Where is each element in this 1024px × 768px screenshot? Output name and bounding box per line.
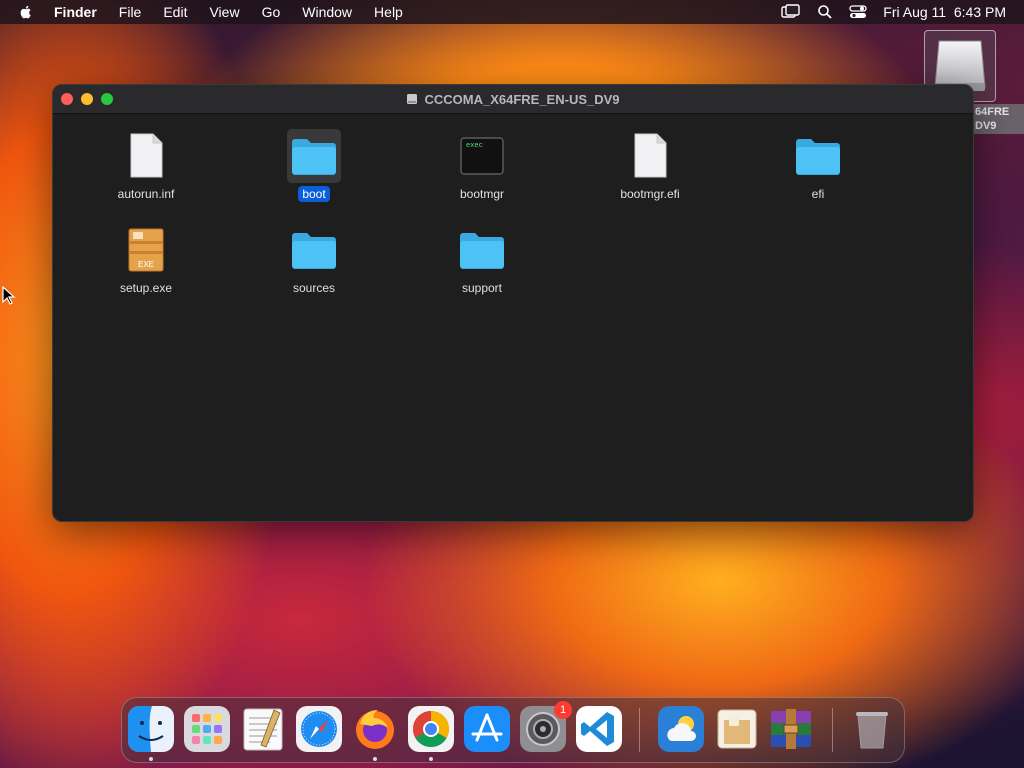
item-label: setup.exe (119, 281, 173, 295)
exec-icon-text: exec (466, 142, 483, 150)
window-title-text: CCCOMA_X64FRE_EN-US_DV9 (424, 91, 620, 107)
item-label: boot (298, 186, 330, 202)
control-center-icon[interactable] (849, 4, 867, 20)
running-indicator (373, 757, 377, 761)
exe-package-icon: EXE (128, 228, 164, 272)
safari-icon[interactable] (296, 706, 342, 752)
exe-icon-text: EXE (138, 260, 154, 269)
folder-icon (292, 233, 336, 269)
menu-file[interactable]: File (119, 4, 142, 20)
dock-separator (639, 708, 640, 752)
item-label: sources (292, 281, 336, 295)
menu-go[interactable]: Go (262, 4, 281, 20)
item-icon-wrap (623, 129, 677, 183)
item-icon-wrap (287, 129, 341, 183)
item-label: bootmgr (459, 187, 505, 201)
item-label: bootmgr.efi (620, 187, 680, 201)
item-icon-wrap: EXE (119, 223, 173, 277)
vscode-icon[interactable] (576, 706, 622, 752)
weather-icon[interactable] (658, 706, 704, 752)
menu-app-finder[interactable]: Finder (54, 4, 97, 20)
item-icon-wrap: exec (455, 129, 509, 183)
menu-help[interactable]: Help (374, 4, 403, 20)
apple-menu-icon[interactable] (18, 4, 34, 20)
folder-icon (292, 139, 336, 175)
trash-icon[interactable] (849, 706, 895, 752)
volume-label-line-2: DV9 (975, 120, 997, 132)
document-icon (634, 133, 667, 178)
app-store-icon[interactable] (464, 706, 510, 752)
item-icon-wrap (455, 223, 509, 277)
file-item-autorun-inf[interactable]: autorun.inf (76, 129, 216, 203)
disk-icon (407, 94, 418, 104)
notification-badge: 1 (554, 701, 572, 719)
mouse-cursor-icon (2, 286, 16, 305)
folder-item-efi[interactable]: efi (748, 129, 888, 203)
menu-clock[interactable]: Fri Aug 11 6:43 PM (883, 4, 1006, 20)
file-item-bootmgr-efi[interactable]: bootmgr.efi (580, 129, 720, 203)
file-item-bootmgr[interactable]: exec bootmgr (412, 129, 552, 203)
menu-bar: Finder File Edit View Go Window Help Fri… (0, 0, 1024, 24)
window-title: CCCOMA_X64FRE_EN-US_DV9 (53, 85, 973, 113)
screen-mirroring-icon[interactable] (781, 4, 801, 20)
textedit-icon[interactable] (240, 706, 286, 752)
item-label: autorun.inf (117, 187, 175, 201)
item-icon-wrap (287, 223, 341, 277)
document-icon (130, 133, 163, 178)
chrome-icon[interactable] (408, 706, 454, 752)
spotlight-search-icon[interactable] (817, 4, 833, 20)
item-icon-wrap (791, 129, 845, 183)
dock-separator (832, 708, 833, 752)
item-icon-wrap (119, 129, 173, 183)
winrar-icon[interactable] (768, 706, 814, 752)
exec-terminal-icon: exec (460, 137, 504, 175)
menu-window[interactable]: Window (302, 4, 352, 20)
item-label: support (461, 281, 503, 295)
firefox-icon[interactable] (352, 706, 398, 752)
menu-view[interactable]: View (209, 4, 239, 20)
folder-item-support[interactable]: support (412, 223, 552, 297)
running-indicator (149, 757, 153, 761)
folder-item-sources[interactable]: sources (244, 223, 384, 297)
folder-item-boot[interactable]: boot (244, 129, 384, 203)
folder-icon (796, 139, 840, 175)
running-indicator (429, 757, 433, 761)
menu-edit[interactable]: Edit (163, 4, 187, 20)
folder-icon (460, 233, 504, 269)
volume-label-line-1: 64FRE (975, 106, 1010, 118)
archive-utility-icon[interactable] (714, 706, 760, 752)
item-label: efi (811, 187, 825, 201)
finder-icon[interactable] (128, 706, 174, 752)
launchpad-icon[interactable] (184, 706, 230, 752)
file-item-setup-exe[interactable]: EXE setup.exe (76, 223, 216, 297)
dock: 1 (121, 697, 905, 763)
desktop-volume-label[interactable]: 64FRE DV9 (972, 104, 1024, 134)
window-titlebar[interactable]: CCCOMA_X64FRE_EN-US_DV9 (53, 85, 973, 114)
finder-window: CCCOMA_X64FRE_EN-US_DV9 autorun.inf boot… (52, 84, 974, 522)
